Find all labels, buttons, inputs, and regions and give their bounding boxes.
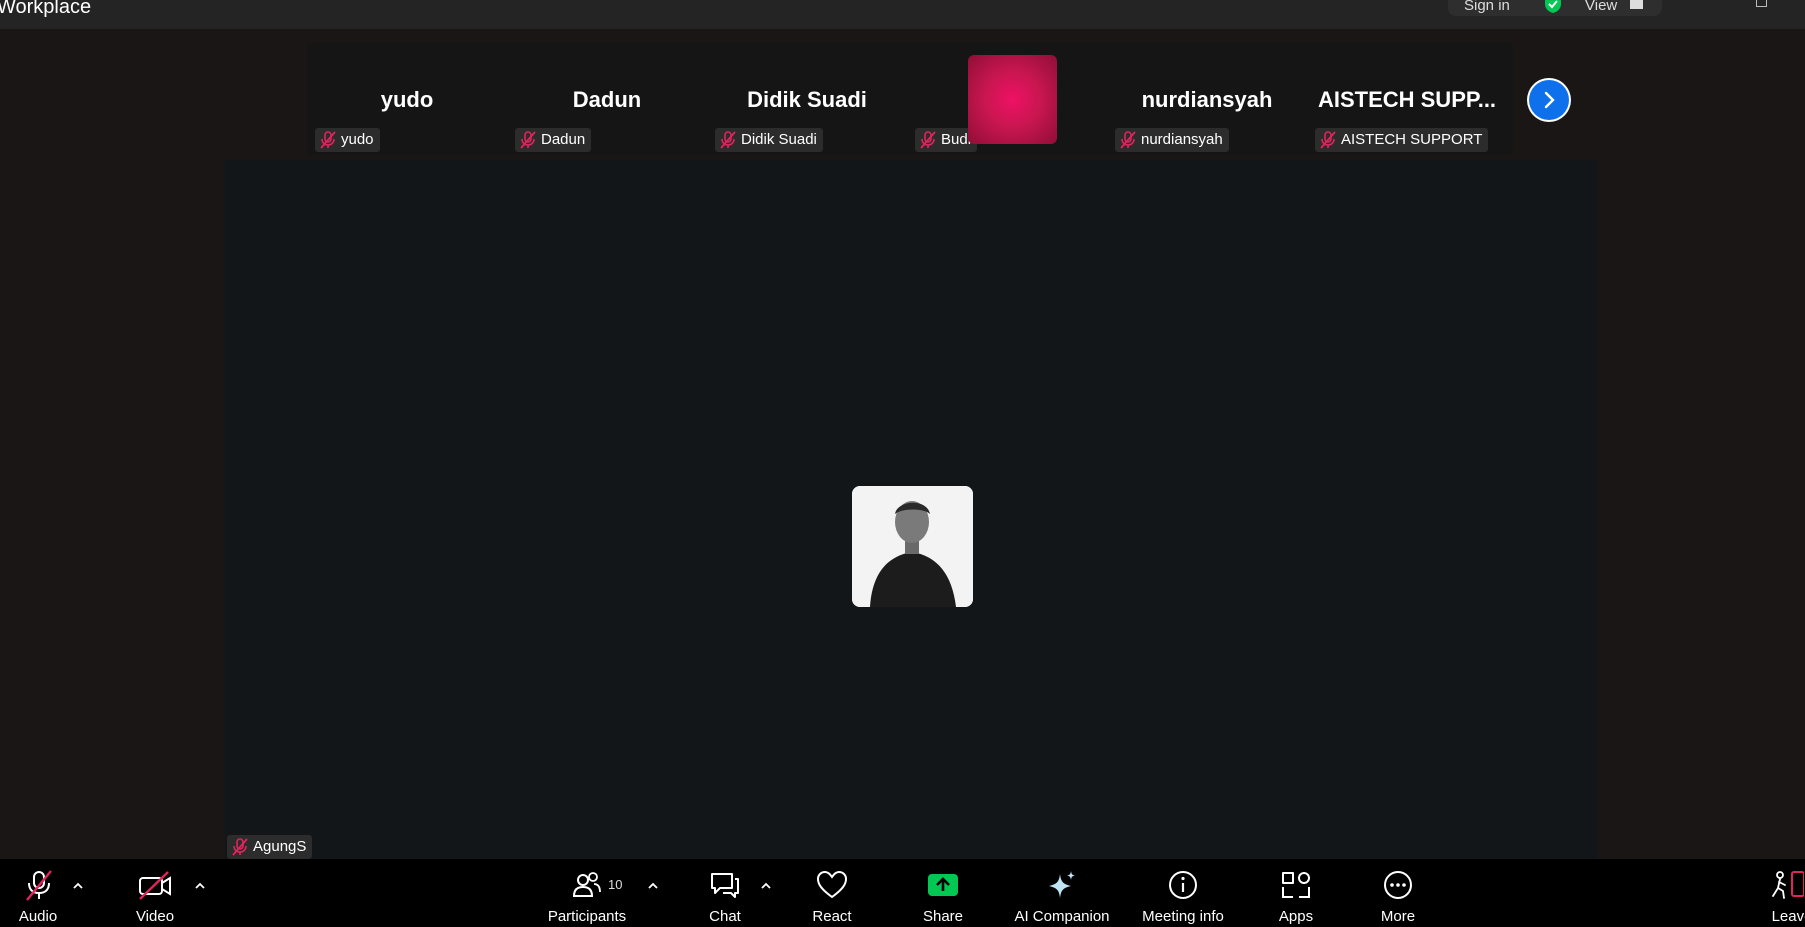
participant-strip: yudo yudo Dadun Dadun Didik Suadi Didik … — [307, 43, 1513, 155]
apps-icon — [1282, 872, 1310, 898]
apps-button[interactable]: Apps — [1270, 859, 1322, 927]
chat-options-caret-icon[interactable] — [759, 881, 773, 891]
participant-tag-label: Dadun — [541, 131, 586, 148]
participant-name-tag: nurdiansyah — [1115, 128, 1229, 152]
chat-icon — [711, 873, 739, 898]
participant-tile[interactable]: Dadun Dadun — [507, 43, 707, 155]
speaker-name-label: AgungS — [253, 838, 307, 855]
more-button[interactable]: More — [1372, 859, 1424, 927]
react-label: React — [812, 908, 852, 925]
participants-label: Participants — [547, 908, 627, 925]
participant-tag-label: Didik Suadi — [741, 131, 817, 148]
active-speaker-view: AgungS — [225, 160, 1598, 860]
speaker-name-tag: AgungS — [227, 835, 313, 859]
ai-companion-label: AI Companion — [1014, 908, 1110, 925]
window-restore-icon[interactable] — [1756, 0, 1767, 7]
video-options-caret-icon[interactable] — [193, 881, 207, 891]
leave-label: Leave — [1771, 908, 1805, 925]
leave-button[interactable]: Leave — [1762, 859, 1805, 927]
participant-tile[interactable]: nurdiansyah nurdiansyah — [1107, 43, 1307, 155]
mic-muted-icon — [26, 870, 52, 901]
participant-name-large: Didik Suadi — [747, 87, 867, 112]
mic-muted-icon — [1320, 131, 1336, 149]
participant-name-large: AISTECH SUPP... — [1317, 87, 1497, 112]
chat-label: Chat — [709, 908, 741, 925]
participant-tile[interactable]: AISTECH SUPP... AISTECH SUPPORT — [1307, 43, 1507, 155]
title-bar: Workplace Sign in View — [0, 0, 1805, 29]
video-label: Video — [135, 908, 175, 925]
more-options-icon — [1384, 871, 1412, 899]
view-grid-icon — [1630, 0, 1643, 9]
participant-tag-label: yudo — [341, 131, 374, 148]
speaker-avatar — [852, 486, 973, 607]
info-icon — [1169, 871, 1197, 899]
leave-exit-icon — [1772, 871, 1804, 899]
participant-name-large: yudo — [380, 87, 434, 112]
chevron-right-icon — [1544, 91, 1555, 109]
sparkle-icon — [1049, 871, 1075, 898]
participant-name-tag: yudo — [315, 128, 380, 152]
participant-tag-label: Budi — [941, 131, 972, 148]
share-screen-icon — [928, 874, 958, 896]
audio-label: Audio — [18, 908, 58, 925]
mic-muted-icon — [920, 131, 936, 149]
mic-muted-icon — [232, 838, 248, 856]
security-shield-icon[interactable] — [1544, 0, 1562, 14]
next-page-button[interactable] — [1529, 80, 1569, 120]
mic-muted-icon — [1120, 131, 1136, 149]
share-label: Share — [922, 908, 964, 925]
mic-muted-icon — [320, 131, 336, 149]
meeting-info-button[interactable]: Meeting info — [1138, 859, 1228, 927]
participant-name-tag: Didik Suadi — [715, 128, 823, 152]
view-menu-button[interactable]: View — [1585, 0, 1617, 14]
meeting-info-label: Meeting info — [1142, 908, 1224, 925]
participant-tag-label: nurdiansyah — [1141, 131, 1223, 148]
audio-options-caret-icon[interactable] — [71, 881, 85, 891]
participants-button[interactable]: Participants — [545, 859, 627, 927]
participant-name-tag: Dadun — [515, 128, 592, 152]
ai-companion-button[interactable]: AI Companion — [1012, 859, 1112, 927]
participant-name-large: Dadun — [572, 87, 642, 112]
person-photo-icon — [852, 486, 973, 607]
mic-muted-icon — [520, 131, 536, 149]
sign-in-link[interactable]: Sign in — [1464, 0, 1510, 14]
audio-button[interactable]: Audio — [10, 859, 70, 927]
participant-tile[interactable]: Didik Suadi Didik Suadi — [707, 43, 907, 155]
account-bar: Sign in View — [1448, 0, 1662, 16]
apps-label: Apps — [1278, 908, 1314, 925]
chat-button[interactable]: Chat — [700, 859, 752, 927]
participants-count: 10 — [608, 877, 623, 892]
app-title: Workplace — [0, 0, 92, 18]
video-button[interactable]: Video — [125, 859, 185, 927]
participant-tile[interactable]: yudo yudo — [307, 43, 507, 155]
participant-name-large: nurdiansyah — [1141, 87, 1273, 112]
participants-options-caret-icon[interactable] — [646, 881, 660, 891]
participants-icon — [572, 872, 601, 897]
meeting-toolbar: Audio Video Participants 10 Chat React S… — [0, 859, 1805, 927]
video-off-icon — [139, 871, 171, 900]
share-button[interactable]: Share — [915, 859, 971, 927]
more-label: More — [1380, 908, 1416, 925]
mic-muted-icon — [720, 131, 736, 149]
heart-icon — [816, 870, 848, 899]
budi-avatar — [968, 55, 1057, 144]
participant-tag-label: AISTECH SUPPORT — [1341, 131, 1483, 148]
react-button[interactable]: React — [805, 859, 859, 927]
participant-name-tag: AISTECH SUPPORT — [1315, 128, 1489, 152]
